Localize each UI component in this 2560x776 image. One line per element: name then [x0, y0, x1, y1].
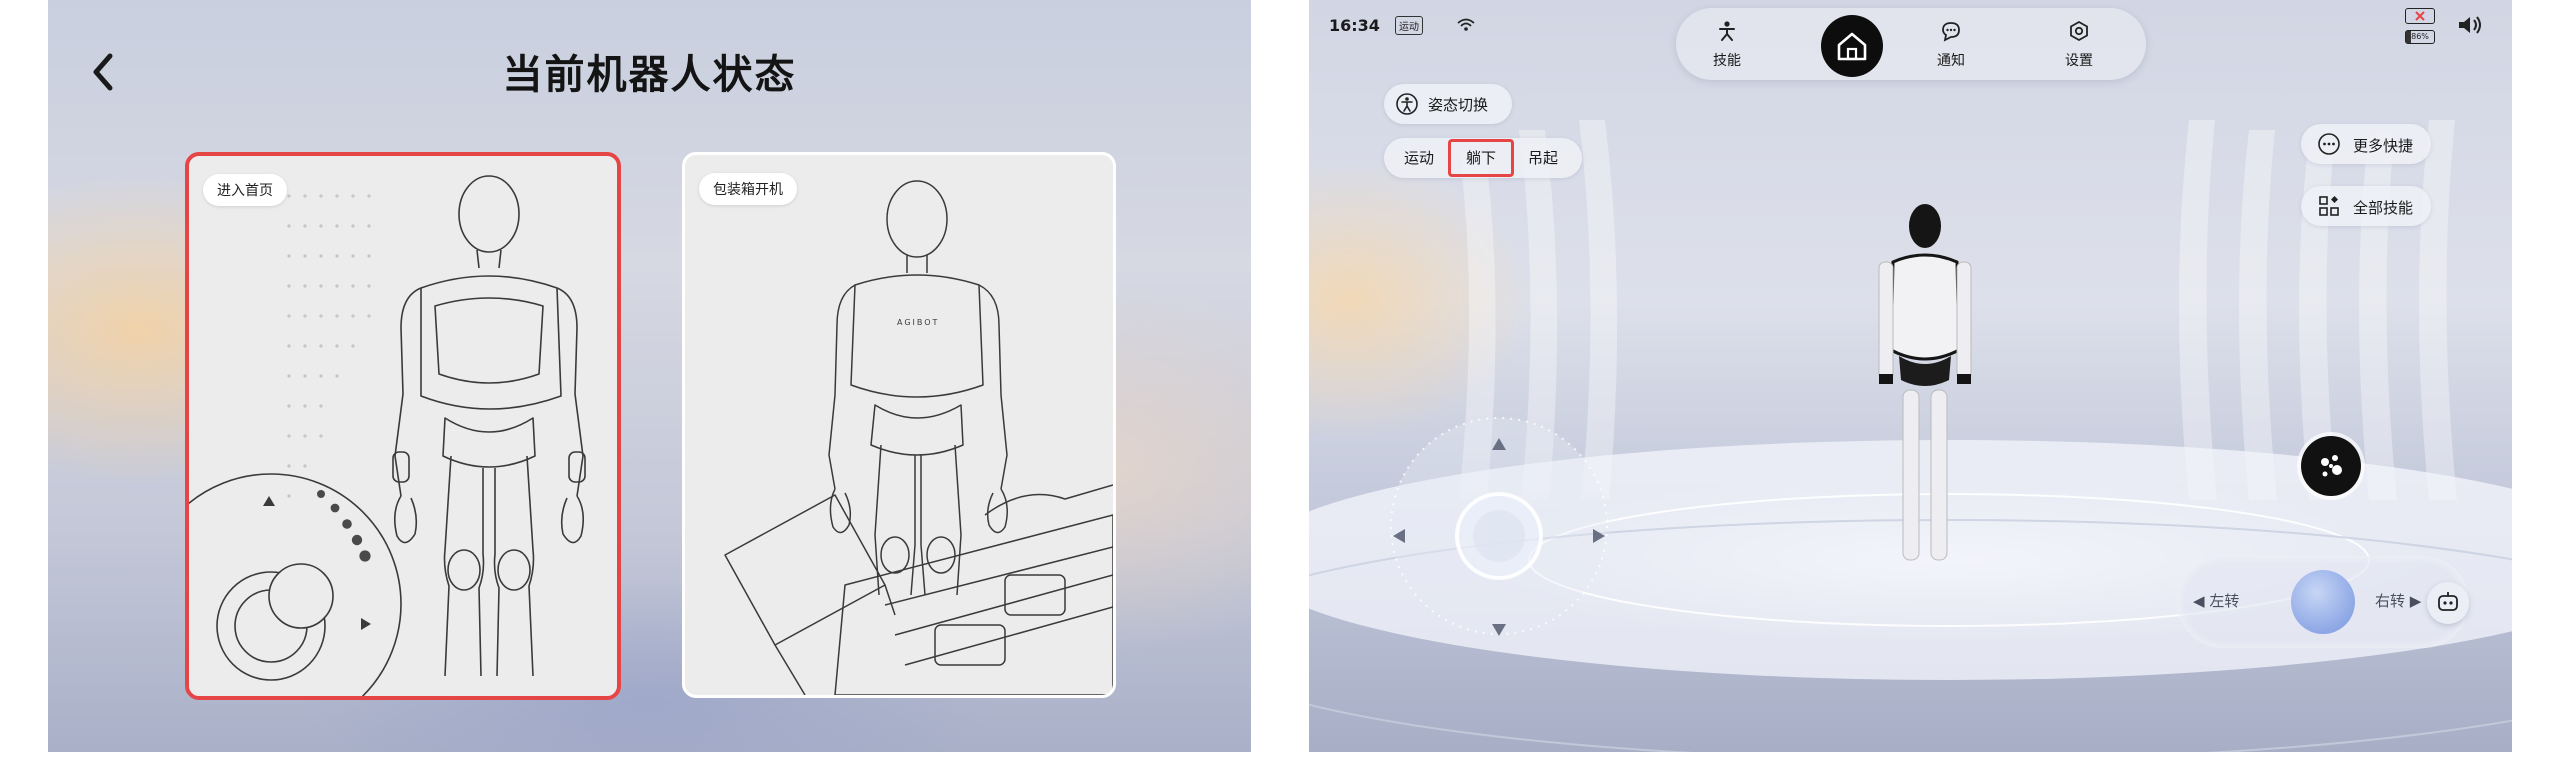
turn-right-label: 右转 ▶ — [2375, 592, 2422, 610]
posture-option-hoist[interactable]: 吊起 — [1516, 138, 1570, 178]
agibot-brand-text: AGIBOT — [897, 318, 939, 327]
nav-settings-label: 设置 — [2065, 53, 2093, 69]
enter-home-label: 进入首页 — [203, 174, 287, 206]
more-dots-icon — [2318, 133, 2340, 155]
mode-badge: 运动 — [1395, 16, 1423, 35]
robot-face-icon — [2438, 592, 2458, 611]
posture-option-motion[interactable]: 运动 — [1392, 138, 1446, 178]
assistant-button[interactable] — [2301, 436, 2361, 496]
page-title: 当前机器人状态 — [502, 52, 797, 98]
movement-joystick[interactable] — [1379, 406, 1619, 646]
nav-notifications-label: 通知 — [1937, 53, 1965, 69]
robot-battery-alert-icon — [2405, 8, 2435, 24]
turn-left-label: ◀ 左转 — [2193, 592, 2240, 610]
person-posture-icon — [1396, 93, 1418, 115]
all-skills-label: 全部技能 — [2353, 199, 2414, 217]
enter-home-card[interactable]: 进入首页 — [185, 152, 621, 700]
skills-icon — [1719, 21, 1735, 41]
posture-switch-label: 姿态切换 — [1428, 96, 1489, 114]
status-time: 16:34 — [1329, 16, 1380, 35]
box-boot-label: 包装箱开机 — [699, 173, 797, 205]
posture-option-lie-down[interactable]: 躺下 — [1448, 139, 1514, 177]
home-icon — [1837, 32, 1867, 61]
nav-settings[interactable]: 设置 — [2044, 20, 2114, 70]
robot-status-screen: 当前机器人状态 进入首页 AGIBOT 包装箱开机 — [48, 0, 1251, 752]
robot-control-screen: 16:34 运动 86% 技能 通知 设置 姿态切换 运动 躺下 吊起 更多快捷… — [1309, 0, 2512, 752]
posture-options: 运动 躺下 吊起 — [1384, 138, 1582, 178]
posture-switch-button[interactable]: 姿态切换 — [1384, 84, 1512, 124]
turn-slider[interactable]: ◀ 左转 右转 ▶ — [2177, 556, 2469, 648]
chat-bubble-icon — [1942, 22, 1960, 42]
all-skills-button[interactable]: 全部技能 — [2301, 186, 2431, 226]
nav-skills[interactable]: 技能 — [1692, 20, 1762, 70]
sparkle-dots-icon — [2321, 455, 2342, 477]
turn-slider-knob[interactable] — [2291, 570, 2355, 634]
box-boot-card[interactable]: AGIBOT 包装箱开机 — [682, 152, 1116, 698]
wifi-icon — [1457, 18, 1475, 31]
battery-percent: 86% — [2411, 32, 2429, 41]
robot-illustration-standing — [189, 175, 586, 696]
grid-apps-icon — [2319, 196, 2339, 216]
top-navigation: 技能 通知 设置 — [1676, 8, 2146, 80]
volume-icon[interactable] — [2457, 14, 2483, 36]
gear-icon — [2070, 20, 2088, 42]
nav-notifications[interactable]: 通知 — [1916, 20, 1986, 70]
robot-face-button[interactable] — [2427, 582, 2469, 624]
home-button[interactable] — [1821, 15, 1883, 77]
nav-skills-label: 技能 — [1713, 53, 1741, 69]
more-shortcuts-label: 更多快捷 — [2353, 137, 2414, 155]
robot-in-box-illustration: AGIBOT — [724, 180, 1113, 695]
more-shortcuts-button[interactable]: 更多快捷 — [2301, 124, 2431, 164]
battery-icon: 86% — [2405, 30, 2435, 44]
